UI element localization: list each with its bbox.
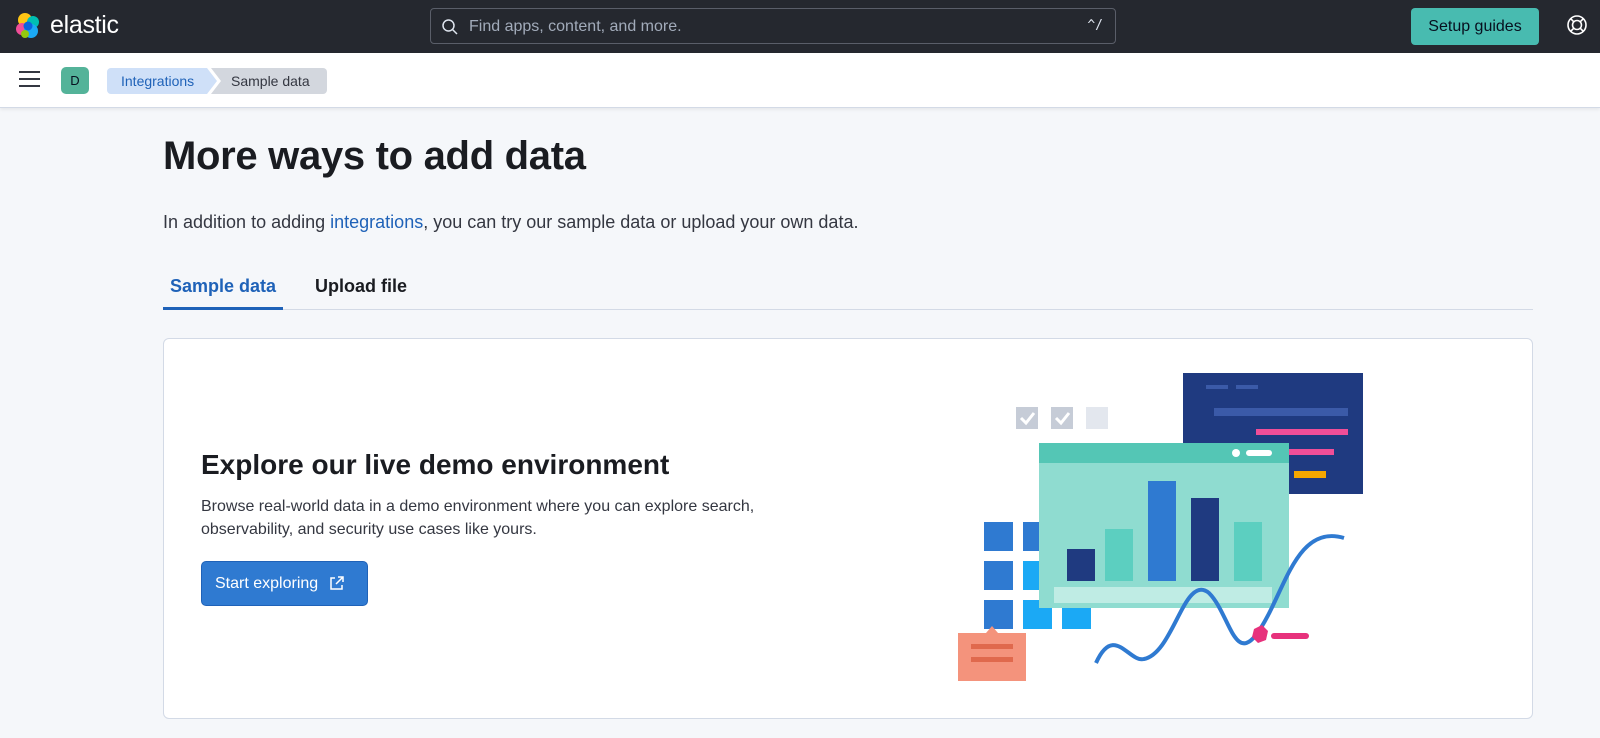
panel-title: Explore our live demo environment	[201, 449, 670, 480]
panel-description: Browse real-world data in a demo environ…	[201, 498, 755, 538]
start-exploring-button[interactable]: Start exploring	[201, 561, 368, 606]
search-shortcut: ^/	[1087, 18, 1103, 33]
global-search-input[interactable]: Find apps, content, and more. ^/	[430, 8, 1116, 44]
tab-upload-file[interactable]: Upload file	[315, 268, 415, 310]
tab-bar: Sample data Upload file	[163, 268, 1533, 310]
intro-text-after: , you can try our sample data or upload …	[423, 212, 859, 232]
brand-name: elastic	[50, 11, 119, 39]
search-placeholder: Find apps, content, and more.	[469, 18, 682, 35]
integrations-link[interactable]: integrations	[330, 212, 423, 232]
page-title: More ways to add data	[163, 134, 586, 178]
tab-sample-data[interactable]: Sample data	[163, 268, 283, 310]
space-avatar[interactable]: D	[61, 67, 89, 94]
breadcrumb-sample-data: Sample data	[211, 68, 327, 94]
menu-icon[interactable]	[19, 70, 40, 88]
start-exploring-label: Start exploring	[215, 574, 319, 592]
search-icon	[442, 19, 458, 35]
breadcrumb-integrations[interactable]: Integrations	[107, 68, 217, 94]
help-icon[interactable]	[1566, 14, 1588, 36]
demo-environment-panel: Explore our live demo environment Browse…	[163, 338, 1533, 719]
intro-text: In addition to adding integrations, you …	[163, 212, 858, 233]
elastic-logo[interactable]: elastic	[14, 11, 119, 40]
demo-illustration	[958, 373, 1363, 681]
elastic-cluster-icon	[16, 12, 39, 38]
breadcrumb-bar: D Integrations Sample data	[0, 53, 1600, 108]
intro-text-before: In addition to adding	[163, 212, 331, 232]
external-link-icon	[330, 576, 344, 590]
top-header: elastic Find apps, content, and more. ^/…	[0, 0, 1600, 53]
setup-guides-button[interactable]: Setup guides	[1411, 8, 1539, 45]
